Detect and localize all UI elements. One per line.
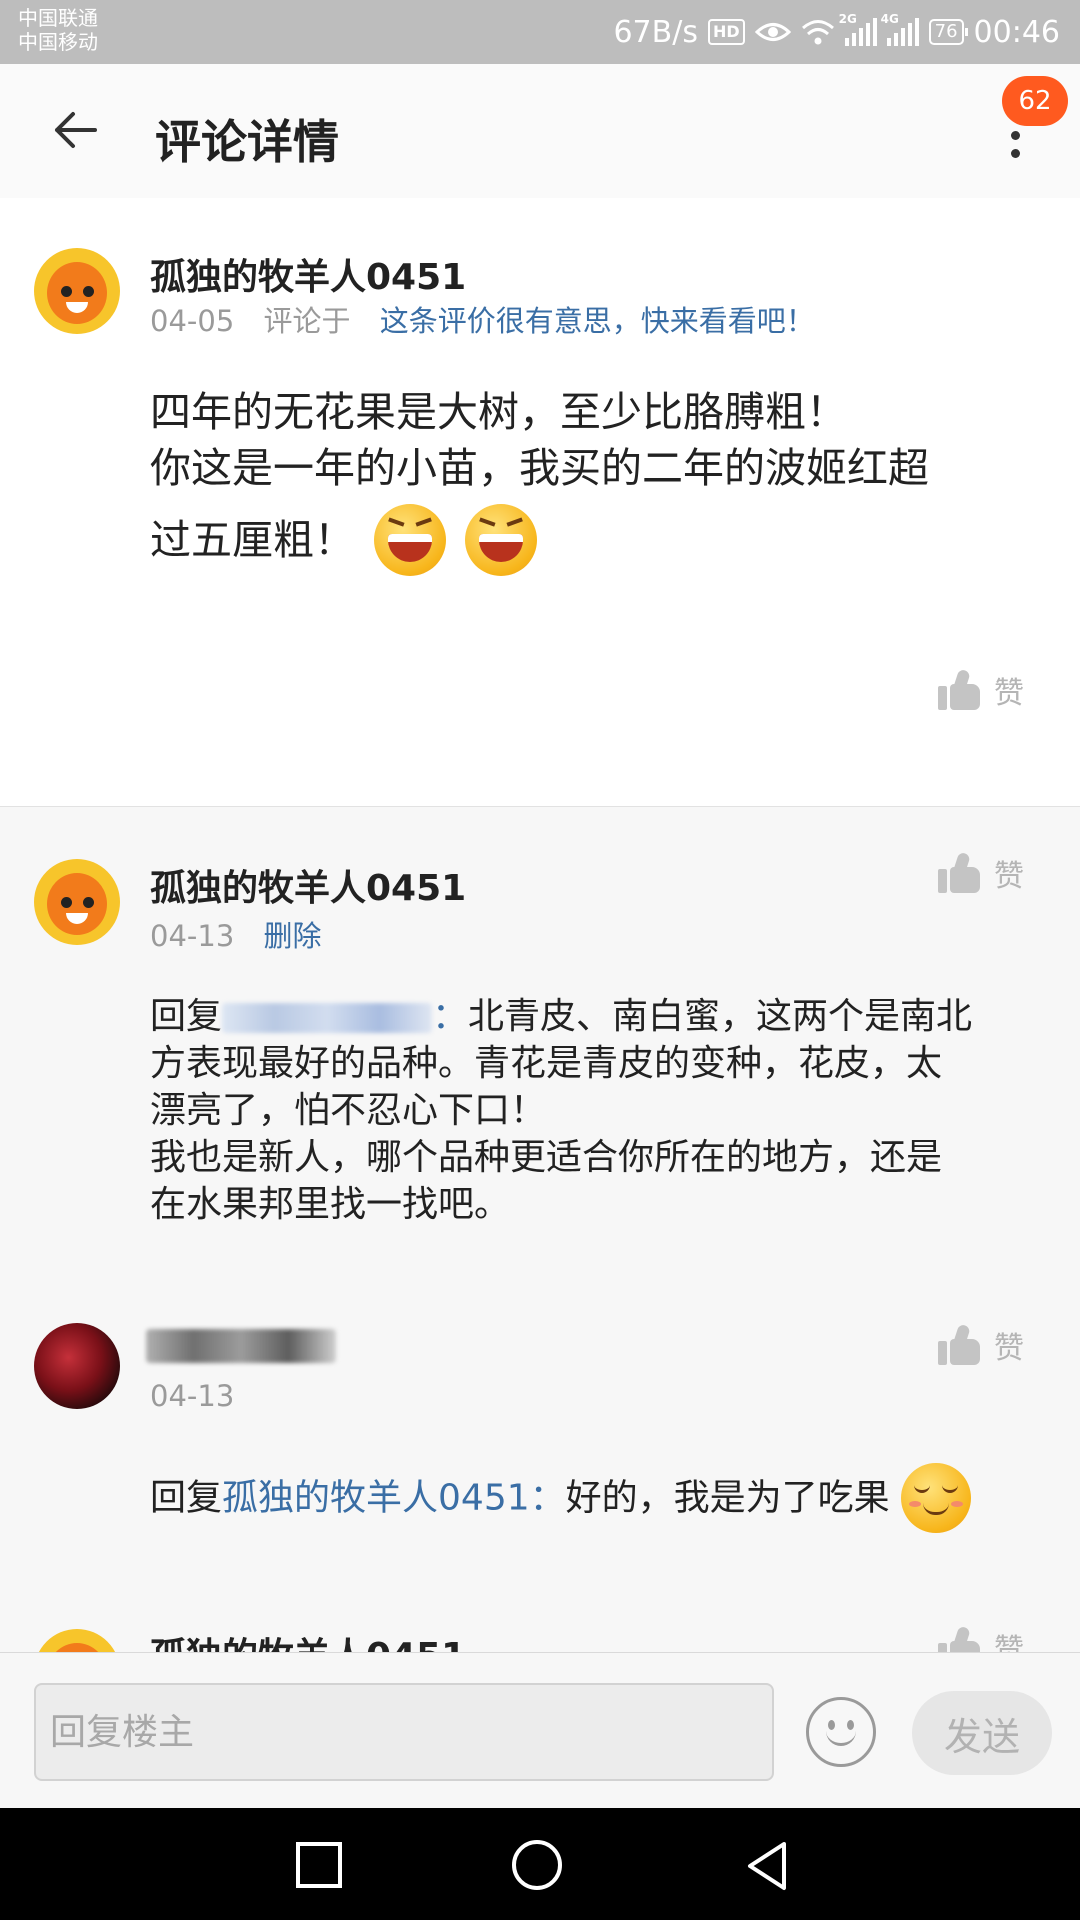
- blurred-username: [222, 1003, 433, 1033]
- like-button[interactable]: 赞: [938, 1323, 1024, 1367]
- send-button[interactable]: 发送: [912, 1691, 1052, 1775]
- notification-badge: 62: [1002, 76, 1068, 126]
- recents-square-icon[interactable]: [296, 1842, 342, 1888]
- reply-line: 北青皮、南白蜜，这两个是南北: [468, 996, 973, 1037]
- more-dot-icon: [1010, 130, 1020, 140]
- reply-username[interactable]: 孤独的牧羊人0451: [150, 859, 466, 911]
- mascot-face-icon: [47, 262, 107, 324]
- like-label: 赞: [994, 859, 1024, 894]
- commented-on-label: 评论于: [263, 304, 351, 338]
- reply-body: 回复 ：北青皮、南白蜜，这两个是南北 方表现最好的品种。青花是青皮的变种，花皮，太…: [150, 993, 1040, 1228]
- carrier-names: 中国联通 中国移动: [18, 6, 98, 54]
- carrier-2: 中国移动: [18, 30, 98, 54]
- thumbs-up-icon: [938, 1323, 980, 1365]
- hd-icon: HD: [707, 19, 745, 45]
- blurred-username: [146, 1329, 336, 1363]
- laughing-emoji-icon: [374, 504, 447, 576]
- reply-text: 好的，我是为了吃果: [565, 1477, 890, 1519]
- back-triangle-icon[interactable]: [740, 1838, 796, 1894]
- reply-meta: 04-13 删除: [150, 913, 322, 955]
- battery-icon: 76: [928, 19, 968, 45]
- system-nav-bar: [0, 1808, 1080, 1920]
- avatar[interactable]: [34, 1323, 120, 1409]
- back-arrow-icon: [55, 112, 97, 148]
- comment-meta: 04-05 评论于 这条评价很有意思，快来看看吧！: [150, 298, 815, 340]
- signal-4g-icon: 4G: [881, 12, 919, 46]
- reply-list: 孤独的牧羊人0451 04-13 删除 赞 回复 ：北青皮、南白蜜，这两个是南北 …: [0, 806, 1080, 1652]
- delete-button[interactable]: 删除: [264, 919, 322, 953]
- status-bar: 中国联通 中国移动 67B/s HD 2G 4G 76 00:46: [0, 0, 1080, 64]
- reply-separator: ：: [432, 996, 469, 1037]
- more-dot-icon: [1010, 148, 1020, 158]
- avatar[interactable]: [34, 859, 120, 945]
- comment-line: 过五厘粗！: [150, 516, 355, 564]
- comment-body: 四年的无花果是大树，至少比胳膊粗！ 你这是一年的小苗，我买的二年的波姬红超 过五…: [150, 384, 1030, 576]
- clock: 00:46: [973, 14, 1060, 50]
- reply-line: 在水果邦里找一找吧。: [150, 1184, 511, 1225]
- review-link[interactable]: 这条评价很有意思，快来看看吧！: [380, 304, 815, 338]
- eye-icon: [754, 23, 791, 41]
- home-circle-icon[interactable]: [512, 1840, 562, 1890]
- laughing-emoji-icon: [465, 504, 538, 576]
- reply-date: 04-13: [150, 1379, 235, 1413]
- smiley-icon: [828, 1720, 835, 1730]
- signal-2g-label: 2G: [838, 12, 857, 26]
- reply-line: 我也是新人，哪个品种更适合你所在的地方，还是: [150, 1137, 943, 1178]
- like-label: 赞: [994, 1633, 1024, 1652]
- like-label: 赞: [994, 1331, 1024, 1366]
- carrier-1: 中国联通: [18, 6, 98, 30]
- thumbs-up-icon: [938, 1625, 980, 1652]
- emoji-button[interactable]: [806, 1697, 876, 1767]
- back-button[interactable]: [40, 100, 110, 160]
- like-button[interactable]: 赞: [938, 851, 1024, 895]
- reply-input[interactable]: [34, 1683, 774, 1781]
- comment-line: 四年的无花果是大树，至少比胳膊粗！: [150, 388, 847, 436]
- reply-line: 漂亮了，怕不忍心下口！: [150, 1090, 547, 1131]
- smiling-emoji-icon: [901, 1463, 972, 1533]
- reply-to-link[interactable]: 孤独的牧羊人0451：: [222, 1478, 566, 1519]
- like-button[interactable]: 赞: [938, 1625, 1024, 1652]
- signal-2g-icon: 2G: [839, 12, 877, 46]
- reply-prefix: 回复: [150, 1477, 223, 1519]
- signal-4g-label: 4G: [880, 12, 899, 26]
- comment-line: 你这是一年的小苗，我买的二年的波姬红超: [150, 444, 929, 492]
- status-indicators: 67B/s HD 2G 4G 76 00:46: [613, 12, 1060, 52]
- page-title: 评论详情: [155, 115, 339, 169]
- app-header: 评论详情 62: [0, 64, 1080, 198]
- reply-username[interactable]: 孤独的牧羊人0451: [150, 1627, 466, 1652]
- like-button[interactable]: 赞: [938, 668, 1024, 712]
- reply-prefix: 回复: [150, 996, 223, 1037]
- mascot-face-icon: [47, 1643, 107, 1652]
- reply-body: 回复孤独的牧羊人0451：好的，我是为了吃果: [150, 1463, 1050, 1533]
- reply-input-bar: 发送: [0, 1652, 1080, 1808]
- thumbs-up-icon: [938, 851, 980, 893]
- wifi-icon: [801, 20, 834, 45]
- comment-date: 04-05: [150, 304, 235, 338]
- thumbs-up-icon: [938, 668, 980, 710]
- reply-date: 04-13: [150, 919, 235, 953]
- avatar[interactable]: [34, 1629, 120, 1652]
- reply-meta: 04-13: [150, 1379, 234, 1413]
- avatar[interactable]: [34, 248, 120, 334]
- main-comment: 孤独的牧羊人0451 04-05 评论于 这条评价很有意思，快来看看吧！ 四年的…: [0, 198, 1080, 806]
- reply-line: 方表现最好的品种。青花是青皮的变种，花皮，太: [150, 1043, 943, 1084]
- network-speed: 67B/s: [613, 14, 698, 50]
- comment-username[interactable]: 孤独的牧羊人0451: [150, 248, 466, 300]
- like-label: 赞: [994, 676, 1024, 711]
- mascot-face-icon: [47, 873, 107, 935]
